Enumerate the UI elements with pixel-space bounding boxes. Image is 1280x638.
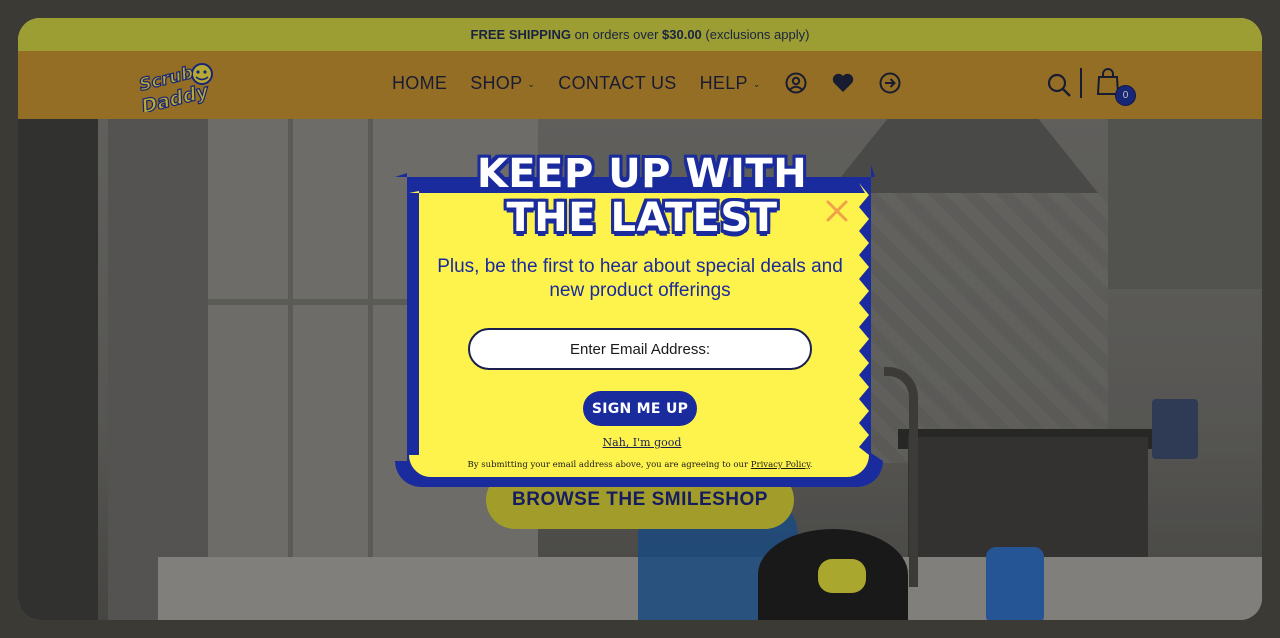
close-icon[interactable] — [824, 198, 850, 224]
newsletter-modal: KEEP UP WITH THE LATEST Plus, be the fir… — [393, 147, 891, 492]
email-input[interactable] — [468, 328, 812, 370]
modal-title-line2: THE LATEST — [506, 195, 778, 241]
sign-me-up-button[interactable]: SIGN ME UP — [583, 391, 697, 426]
modal-title-line1: KEEP UP WITH — [476, 151, 808, 197]
legal-text: By submitting your email address above, … — [467, 460, 751, 470]
modal-subtitle: Plus, be the first to hear about special… — [437, 256, 843, 301]
decline-link[interactable]: Nah, I'm good — [393, 436, 891, 449]
legal-disclaimer: By submitting your email address above, … — [413, 460, 867, 470]
legal-end: . — [809, 460, 813, 470]
privacy-policy-link[interactable]: Privacy Policy — [751, 460, 810, 470]
